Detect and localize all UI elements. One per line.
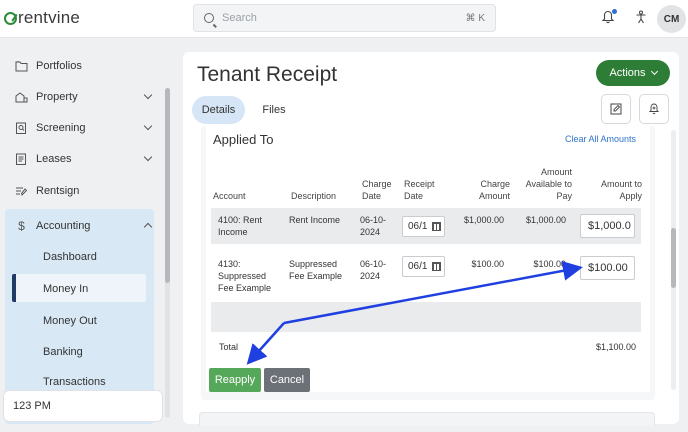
sidebar-subitem-money-out[interactable]: Money Out (43, 315, 97, 327)
calendar-icon[interactable] (432, 262, 441, 271)
top-bar: rentvine ⌘ K CM (0, 0, 688, 38)
folders-icon (15, 61, 28, 72)
total-value: $1,100.00 (595, 342, 636, 352)
tab-files[interactable]: Files (253, 96, 295, 124)
sidebar-subitem-money-in[interactable]: Money In (43, 283, 88, 295)
cell-account: 4100: Rent Income (218, 215, 263, 237)
sidebar-item-portfolios[interactable]: Portfolios (15, 56, 155, 76)
chevron-down-icon (650, 67, 658, 76)
col-header-receipt-date: Receipt Date (404, 179, 435, 201)
sidebar-subitem-label: Transactions (43, 376, 106, 386)
search-input[interactable] (222, 12, 466, 24)
logo-text: rentvine (18, 8, 81, 27)
scrollbar-thumb[interactable] (165, 88, 170, 283)
signature-icon (16, 187, 28, 196)
total-label: Total (219, 342, 239, 352)
notification-dot (612, 9, 617, 14)
cell-description: Suppressed Fee Example (289, 259, 343, 281)
applied-to-panel: Applied To Clear All Amounts Account Des… (206, 126, 650, 392)
sidebar-item-accounting[interactable]: $ Accounting (15, 216, 155, 236)
screening-icon (16, 122, 26, 134)
applied-to-section: Applied To Clear All Amounts Account Des… (201, 126, 655, 400)
amount-to-apply-input[interactable]: $1,000.0 (580, 214, 635, 238)
table-row: 4130: Suppressed Fee Example Suppressed … (211, 250, 641, 298)
accessibility-icon[interactable] (635, 10, 647, 24)
sidebar: Portfolios Property Screening Leases Ren… (0, 38, 172, 432)
calendar-icon[interactable] (432, 222, 441, 231)
section-title: Applied To (213, 132, 274, 147)
chevron-down-icon (143, 121, 153, 131)
page-title: Tenant Receipt (197, 63, 338, 86)
dollar-icon: $ (18, 219, 25, 233)
main-scrollbar[interactable] (671, 130, 676, 390)
sidebar-item-label: Screening (36, 122, 86, 134)
actions-button[interactable]: Actions (596, 60, 670, 86)
logo-mark-icon (4, 11, 17, 25)
sidebar-item-label: Property (36, 91, 78, 103)
company-selector[interactable]: 123 PM (3, 390, 163, 422)
col-header-account: Account (213, 191, 246, 201)
actions-label: Actions (609, 67, 646, 79)
sidebar-item-label: Accounting (36, 220, 91, 232)
sidebar-subitem-dashboard[interactable]: Dashboard (43, 251, 97, 263)
user-avatar[interactable]: CM (657, 5, 686, 33)
cell-amount-available: $1,000.00 (525, 215, 566, 225)
cell-account: 4130: Suppressed Fee Example (218, 259, 272, 293)
table-row: 4100: Rent Income Rent Income 06-10- 202… (211, 208, 641, 244)
sidebar-item-property[interactable]: Property (15, 87, 155, 107)
app-logo[interactable]: rentvine (4, 8, 80, 28)
sidebar-item-screening[interactable]: Screening (15, 118, 155, 138)
cell-charge-amount: $100.00 (471, 259, 504, 269)
chevron-down-icon (143, 90, 153, 100)
amount-to-apply-input[interactable]: $100.00 (580, 256, 635, 280)
cancel-button[interactable]: Cancel (264, 368, 310, 392)
search-box[interactable]: ⌘ K (193, 4, 496, 32)
chevron-up-icon (143, 222, 153, 232)
sidebar-item-label: Rentsign (36, 185, 80, 197)
cell-amount-available: $100.00 (533, 259, 566, 269)
scrollbar-thumb[interactable] (671, 228, 676, 288)
col-header-amount-available: Amount Available to Pay (525, 167, 572, 201)
sidebar-item-label: Portfolios (36, 60, 82, 72)
receipt-date-input[interactable]: 06/1 (402, 216, 445, 237)
edit-icon (610, 103, 622, 115)
cell-charge-date: 06-10- 2024 (360, 259, 387, 281)
receipt-date-value: 06/1 (408, 221, 428, 232)
receipt-date-value: 06/1 (408, 261, 428, 272)
receipt-date-input[interactable]: 06/1 (402, 256, 445, 277)
cell-charge-date: 06-10- 2024 (360, 215, 387, 237)
next-section-card (199, 412, 655, 426)
col-header-description: Description (291, 191, 337, 201)
sidebar-scrollbar[interactable] (165, 88, 170, 418)
cell-description: Rent Income (289, 215, 341, 225)
cell-charge-amount: $1,000.00 (463, 215, 504, 225)
building-icon (15, 92, 28, 103)
col-header-amount-to-apply: Amount to Apply (600, 179, 642, 201)
main-panel: Tenant Receipt Actions Details Files App… (183, 52, 679, 426)
reapply-button[interactable]: Reapply (209, 368, 261, 392)
sidebar-subitem-transactions[interactable]: Transactions (43, 376, 106, 386)
col-header-charge-amount: Charge Amount (478, 179, 510, 201)
search-shortcut: ⌘ K (465, 12, 485, 24)
tab-details[interactable]: Details (192, 96, 245, 124)
sidebar-subitem-banking[interactable]: Banking (43, 346, 83, 358)
col-header-charge-date: Charge Date (362, 179, 392, 201)
document-icon (16, 153, 26, 165)
chevron-down-icon (143, 152, 153, 162)
sidebar-item-leases[interactable]: Leases (15, 149, 155, 169)
edit-button[interactable] (601, 94, 631, 124)
sidebar-item-label: Leases (36, 153, 72, 165)
bell-plus-icon (648, 103, 660, 115)
table-row-empty (211, 302, 641, 332)
notify-button[interactable] (639, 94, 669, 124)
sidebar-item-rentsign[interactable]: Rentsign (15, 181, 155, 201)
clear-all-amounts-link[interactable]: Clear All Amounts (565, 134, 636, 144)
search-icon (204, 13, 214, 23)
